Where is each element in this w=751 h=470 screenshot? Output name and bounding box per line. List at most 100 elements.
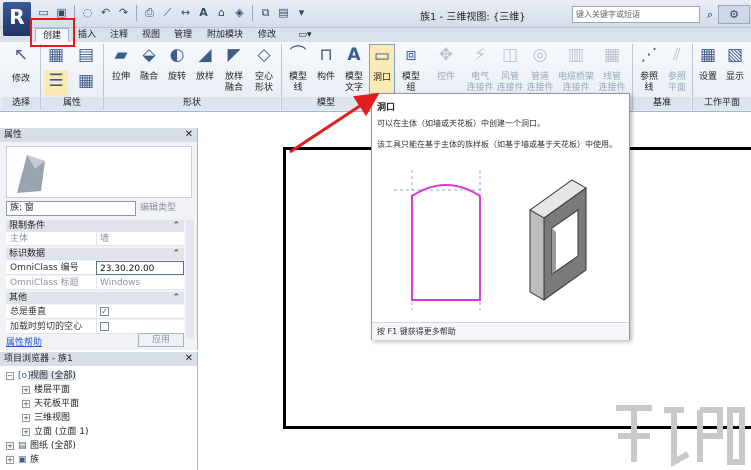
opening-illustration [394,170,587,310]
default-3d-icon[interactable]: ⌂ [214,5,229,21]
customize-qat-icon[interactable]: ▾ [294,5,309,21]
void-forms-icon: ◇ [257,45,271,65]
sync-icon[interactable]: ◌ [80,5,95,21]
show-work-plane-button[interactable]: ▧ 显示 [722,44,748,96]
group-identity-data[interactable]: 标识数据 ⌃ [6,248,184,260]
property-row: OmniClass 编号 23.30.20.00 [6,261,184,275]
text-icon[interactable]: A [196,5,211,21]
tree-item-floor-plans[interactable]: + 楼层平面 [22,384,70,397]
dimension-icon[interactable]: ↔ [178,5,193,21]
panel-datum-label[interactable]: 基准 [633,97,691,110]
conduit-connector-button[interactable]: ▦ 线管 连接件 [598,44,626,96]
close-icon[interactable]: ✕ [185,352,193,366]
tree-item-elevations[interactable]: + 立面 (立面 1) [22,426,88,439]
model-line-icon: ⌒ [289,45,307,65]
panel-forms-label[interactable]: 形状 [104,97,280,110]
reference-plane-button[interactable]: ⫽ 参照 平面 [664,44,690,96]
title-bar: ▭ ▣ ◌ ↶ ↷ ⎙ ⟋ ↔ A ⌂ ◈ ⧉ ▤ ▾ 族1 - 三维视图: {… [0,0,751,28]
close-icon[interactable]: ✕ [185,128,193,142]
revolve-button[interactable]: ◐ 旋转 [164,44,190,96]
cut-with-voids-checkbox[interactable] [100,322,109,331]
ribbon-minimize-icon[interactable]: ▭▾ [294,28,316,42]
type-properties-button[interactable]: ▦ [74,70,98,96]
tab-annotate[interactable]: 注释 [104,28,134,42]
panel-properties-label[interactable]: 属性 [41,97,103,110]
properties-scrollbar[interactable] [186,220,194,338]
control-button[interactable]: ✥ 控件 [432,44,460,96]
tree-item-families[interactable]: + ▣ 族 [6,454,39,467]
tree-item-3d-views[interactable]: + 三维视图 [22,412,70,425]
pipe-connector-button[interactable]: ◎ 管道 连接件 [526,44,554,96]
electrical-connector-button[interactable]: ⚡ 电气 连接件 [466,44,494,96]
app-logo-icon[interactable]: R [3,2,31,36]
model-text-button[interactable]: A 模型 文字 [341,44,367,96]
property-value [96,320,184,334]
search-input[interactable]: 键入关键字或短语 [572,6,700,23]
measure-icon[interactable]: ⟋ [160,5,175,21]
family-category-button[interactable]: ▦ [44,44,68,70]
search-icon[interactable]: ⌕ [701,6,719,23]
apply-button[interactable]: 应用 [138,333,184,347]
property-key: OmniClass 编号 [10,263,79,273]
model-line-button[interactable]: ⌒ 模型 线 [285,44,311,96]
blend-button[interactable]: ⬙ 融合 [136,44,162,96]
close-hidden-icon[interactable]: ⧉ [258,5,273,21]
tree-item-label: 天花板平面 [34,399,80,409]
reference-line-icon: ⋰ [640,45,658,65]
type-selector[interactable]: 族: 窗 [6,201,136,216]
reference-line-button[interactable]: ⋰ 参照 线 [636,44,662,96]
properties-help-link[interactable]: 属性帮助 [6,335,42,348]
swept-blend-button[interactable]: ◤ 放样 融合 [220,44,248,96]
tree-item-ceiling-plans[interactable]: + 天花板平面 [22,398,79,411]
blend-icon: ⬙ [142,45,156,65]
tab-manage[interactable]: 管理 [168,28,198,42]
panel-work-plane-label[interactable]: 工作平面 [693,97,751,110]
tab-addins[interactable]: 附加模块 [200,28,250,42]
section-icon[interactable]: ◈ [232,5,247,21]
always-vertical-checkbox[interactable]: ✓ [100,307,109,316]
control-label: 控件 [436,72,455,82]
properties-button[interactable]: ☰ [44,70,68,96]
reference-plane-icon: ⫽ [673,45,681,65]
model-text-icon: A [347,45,361,65]
model-group-label: 模型 组 [401,72,420,93]
conduit-connector-label: 线管 连接件 [598,72,626,93]
tree-item-views[interactable]: − [o]视图 (全部) [6,370,76,383]
omniclass-number-input[interactable]: 23.30.20.00 [96,261,184,275]
cable-tray-connector-button[interactable]: ▥ 电缆桥架 连接件 [556,44,596,96]
model-group-button[interactable]: ⧈ 模型 组 [397,44,425,96]
collapse-icon: ⌃ [172,293,180,303]
watermark-logo-icon [616,405,745,468]
undo-icon[interactable]: ↶ [98,5,113,21]
group-label: 标识数据 [9,249,46,259]
window-title: 族1 - 三维视图: {三维} [420,12,526,23]
void-forms-button[interactable]: ◇ 空心 形状 [250,44,278,96]
tab-highlight-box [30,18,75,47]
tab-view[interactable]: 视图 [136,28,166,42]
family-types-button[interactable]: ▤ [74,44,98,70]
switch-windows-icon[interactable]: ▤ [276,5,291,21]
opening-button[interactable]: ▭ 洞口 [369,44,395,96]
sweep-button[interactable]: ◢ 放样 [192,44,218,96]
tab-modify[interactable]: 修改 [252,28,282,42]
modify-button[interactable]: ↖ 修改 [6,44,36,96]
infocenter-button[interactable]: ⚙ [718,5,750,24]
set-work-plane-button[interactable]: ▦ 设置 [696,44,720,96]
duct-connector-button[interactable]: ◫ 风管 连接件 [496,44,524,96]
tree-item-sheets[interactable]: + ▤ 图纸 (全部) [6,440,76,453]
type-preview-image [6,146,192,198]
redo-icon[interactable]: ↷ [116,5,131,21]
edit-type-button[interactable]: 编辑类型 [140,201,176,216]
group-constraints[interactable]: 限制条件 ⌃ [6,220,184,232]
project-browser-title: 项目浏览器 - 族1 [4,354,73,364]
tree-item-label: 三维视图 [34,413,71,423]
print-icon[interactable]: ⎙ [142,5,157,21]
extrusion-label: 拉伸 [111,72,130,82]
property-key: 主体 [10,234,29,244]
group-other[interactable]: 其他 ⌃ [6,292,184,304]
component-button[interactable]: ⊓ 构件 [313,44,339,96]
panel-model-label[interactable]: 模型 [282,97,370,110]
extrusion-button[interactable]: ▰ 拉伸 [108,44,134,96]
tab-insert[interactable]: 插入 [72,28,102,42]
panel-select-label[interactable]: 选择 [2,97,40,110]
